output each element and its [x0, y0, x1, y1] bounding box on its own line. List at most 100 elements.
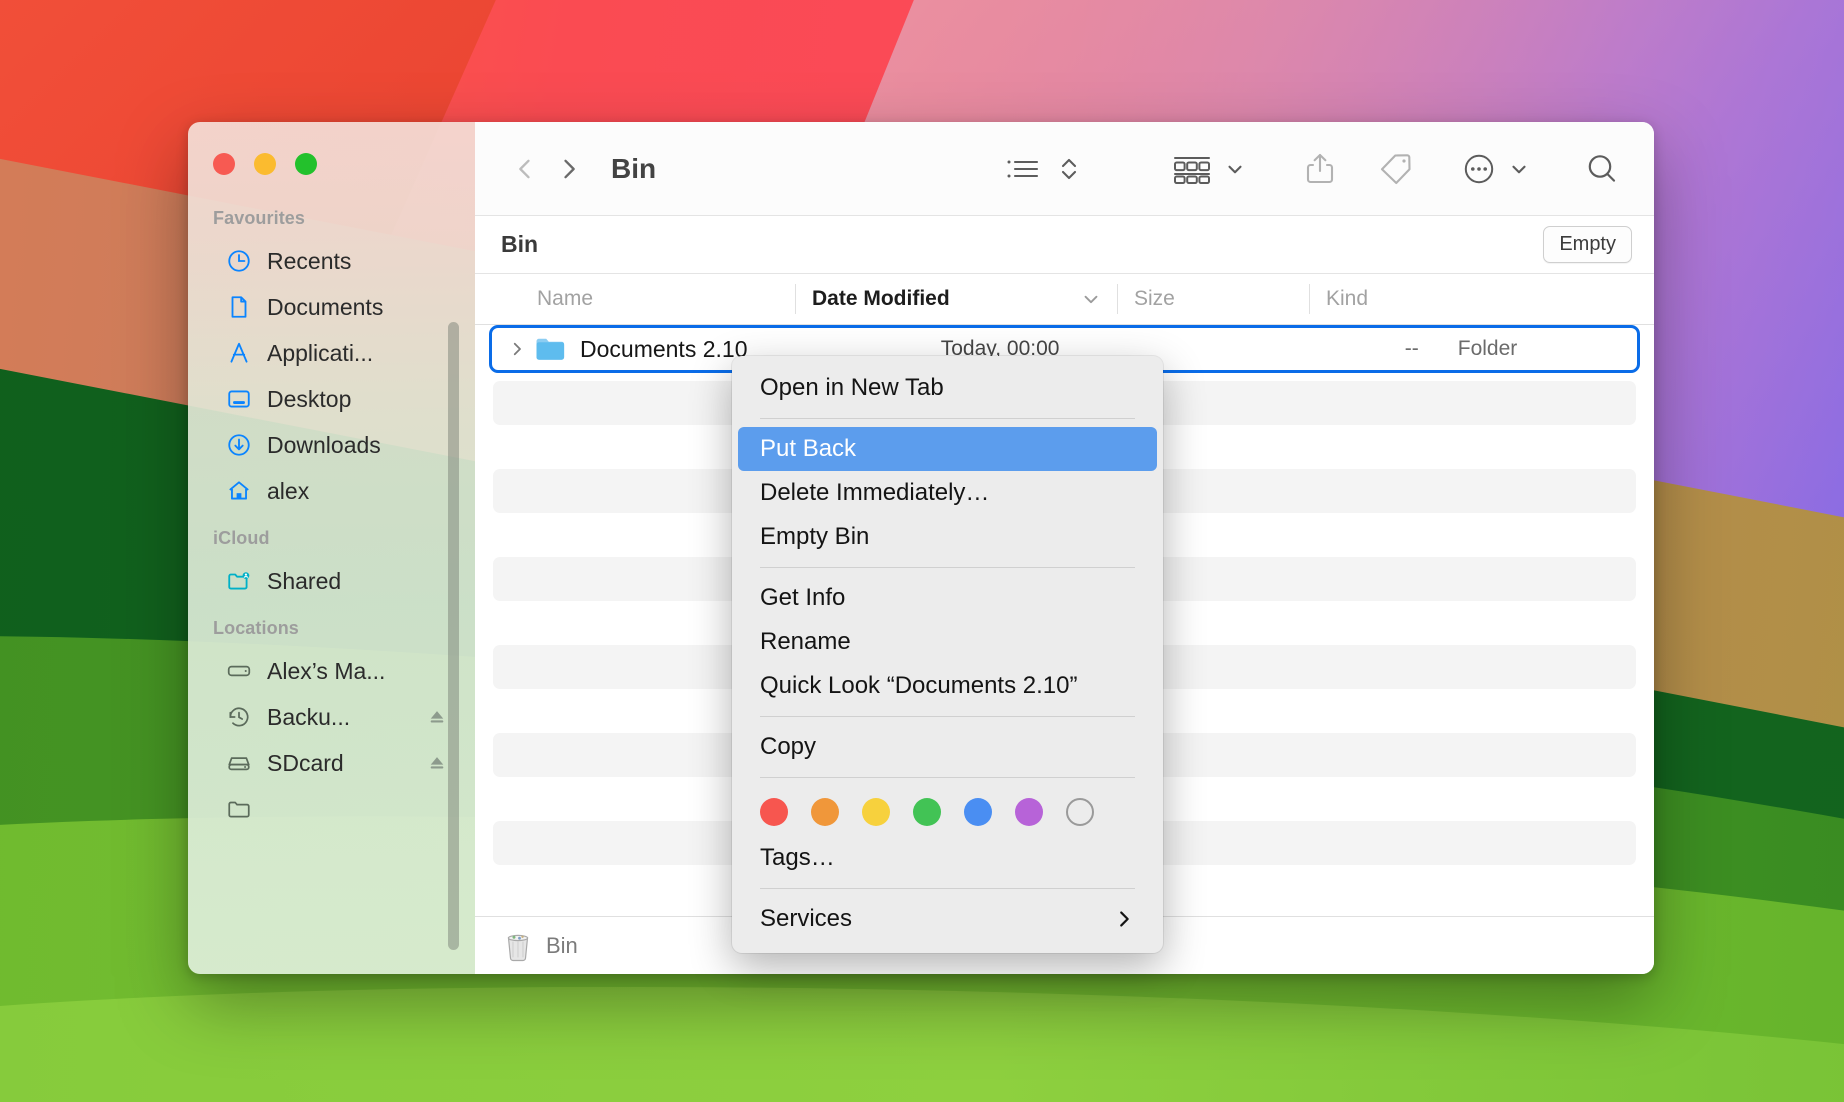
column-header-size[interactable]: Size	[1117, 274, 1309, 324]
sidebar-item-label: Applicati...	[267, 339, 374, 366]
sidebar-item-label: Backu...	[267, 703, 351, 730]
sidebar-item-backups[interactable]: Backu...	[200, 694, 463, 740]
column-header-label: Date Modified	[812, 287, 950, 310]
close-button[interactable]	[213, 153, 235, 175]
menu-separator	[760, 777, 1135, 778]
column-header-label: Kind	[1326, 287, 1369, 310]
tag-dot-blue[interactable]	[964, 798, 992, 826]
menu-item-get-info[interactable]: Get Info	[738, 576, 1157, 620]
menu-separator	[760, 418, 1135, 419]
chevron-down-icon[interactable]	[1224, 158, 1246, 180]
menu-item-put-back[interactable]: Put Back	[738, 427, 1157, 471]
file-kind: Folder	[1457, 337, 1518, 360]
folder-icon	[225, 795, 253, 823]
menu-separator	[760, 888, 1135, 889]
file-name: Documents 2.10	[580, 335, 748, 362]
back-button[interactable]	[503, 147, 547, 191]
sidebar-item-alex[interactable]: alex	[200, 468, 463, 514]
sidebar-item-label: Shared	[267, 567, 342, 594]
context-menu: Open in New Tab Put Back Delete Immediat…	[732, 356, 1163, 953]
menu-item-copy[interactable]: Copy	[738, 725, 1157, 769]
shared-folder-icon	[225, 567, 253, 595]
sidebar-item-partial[interactable]	[200, 786, 463, 832]
clock-icon	[225, 247, 253, 275]
page-title: Bin	[611, 152, 657, 184]
column-header-label: Name	[537, 287, 594, 310]
disclosure-chevron-icon[interactable]	[500, 340, 534, 358]
external-drive-icon	[225, 749, 253, 777]
menu-item-empty-bin[interactable]: Empty Bin	[738, 515, 1157, 559]
sidebar-item-recents[interactable]: Recents	[200, 238, 463, 284]
menu-item-rename[interactable]: Rename	[738, 620, 1157, 664]
tag-color-row	[732, 786, 1163, 836]
sidebar: Favourites Recents Documents Applicati..…	[188, 122, 475, 974]
applications-icon	[225, 339, 253, 367]
chevron-right-icon	[1113, 908, 1135, 930]
sidebar-item-label: Recents	[267, 247, 352, 274]
menu-item-label: Services	[760, 905, 853, 932]
folder-icon	[534, 332, 568, 366]
tag-dot-none[interactable]	[1066, 798, 1094, 826]
menu-item-quick-look[interactable]: Quick Look “Documents 2.10”	[738, 664, 1157, 708]
toolbar: Bin	[475, 122, 1654, 216]
tag-dot-red[interactable]	[760, 798, 788, 826]
sidebar-item-label: Desktop	[267, 385, 352, 412]
sidebar-item-alexs-mac[interactable]: Alex’s Ma...	[200, 648, 463, 694]
column-header-kind[interactable]: Kind	[1309, 274, 1654, 324]
sidebar-item-sdcard[interactable]: SDcard	[200, 740, 463, 786]
tags-icon[interactable]	[1368, 146, 1424, 192]
column-header-label: Size	[1134, 287, 1175, 310]
laptop-icon	[225, 657, 253, 685]
more-controls	[1456, 146, 1530, 192]
sidebar-item-downloads[interactable]: Downloads	[200, 422, 463, 468]
tag-dot-green[interactable]	[913, 798, 941, 826]
sidebar-group-locations-title: Locations	[213, 618, 299, 638]
column-header-row: Name Date Modified Size Kind	[475, 274, 1654, 325]
trash-icon	[503, 930, 533, 962]
group-controls	[1166, 146, 1246, 192]
tag-dot-orange[interactable]	[811, 798, 839, 826]
sidebar-item-shared[interactable]: Shared	[200, 558, 463, 604]
column-header-name[interactable]: Name	[475, 274, 795, 324]
home-icon	[225, 477, 253, 505]
share-icon[interactable]	[1292, 146, 1348, 192]
sidebar-item-documents[interactable]: Documents	[200, 284, 463, 330]
minimize-button[interactable]	[254, 153, 276, 175]
sidebar-item-label: Documents	[267, 293, 384, 320]
sidebar-item-label: SDcard	[267, 749, 344, 776]
chevron-down-icon	[1080, 288, 1102, 310]
document-icon	[225, 293, 253, 321]
sidebar-item-desktop[interactable]: Desktop	[200, 376, 463, 422]
sort-icon[interactable]	[1046, 146, 1092, 192]
more-options-icon[interactable]	[1456, 146, 1502, 192]
menu-item-services[interactable]: Services	[738, 897, 1157, 941]
tag-dot-purple[interactable]	[1015, 798, 1043, 826]
list-view-icon[interactable]	[1000, 146, 1046, 192]
desktop-icon	[225, 385, 253, 413]
menu-item-tags[interactable]: Tags…	[738, 836, 1157, 880]
zoom-button[interactable]	[295, 153, 317, 175]
sidebar-item-label: Downloads	[267, 431, 381, 458]
sidebar-group-icloud-title: iCloud	[213, 528, 270, 548]
sidebar-item-applications[interactable]: Applicati...	[200, 330, 463, 376]
group-view-icon[interactable]	[1166, 146, 1218, 192]
tag-dot-yellow[interactable]	[862, 798, 890, 826]
column-header-date-modified[interactable]: Date Modified	[795, 274, 1117, 324]
menu-item-open-in-new-tab[interactable]: Open in New Tab	[738, 366, 1157, 410]
sidebar-item-label: Alex’s Ma...	[267, 657, 386, 684]
time-machine-icon	[225, 703, 253, 731]
status-label: Bin	[546, 932, 578, 958]
traffic-light-group	[188, 122, 475, 175]
eject-icon[interactable]	[427, 753, 447, 773]
chevron-down-icon[interactable]	[1508, 158, 1530, 180]
eject-icon[interactable]	[427, 707, 447, 727]
bin-header-bar: Bin Empty	[475, 216, 1654, 274]
search-icon[interactable]	[1576, 146, 1628, 192]
menu-separator	[760, 716, 1135, 717]
file-size: --	[1404, 337, 1419, 360]
empty-button[interactable]: Empty	[1543, 226, 1632, 263]
forward-button[interactable]	[547, 147, 591, 191]
menu-item-delete-immediately[interactable]: Delete Immediately…	[738, 471, 1157, 515]
sidebar-scrollbar[interactable]	[448, 322, 459, 950]
bin-title: Bin	[501, 231, 539, 257]
